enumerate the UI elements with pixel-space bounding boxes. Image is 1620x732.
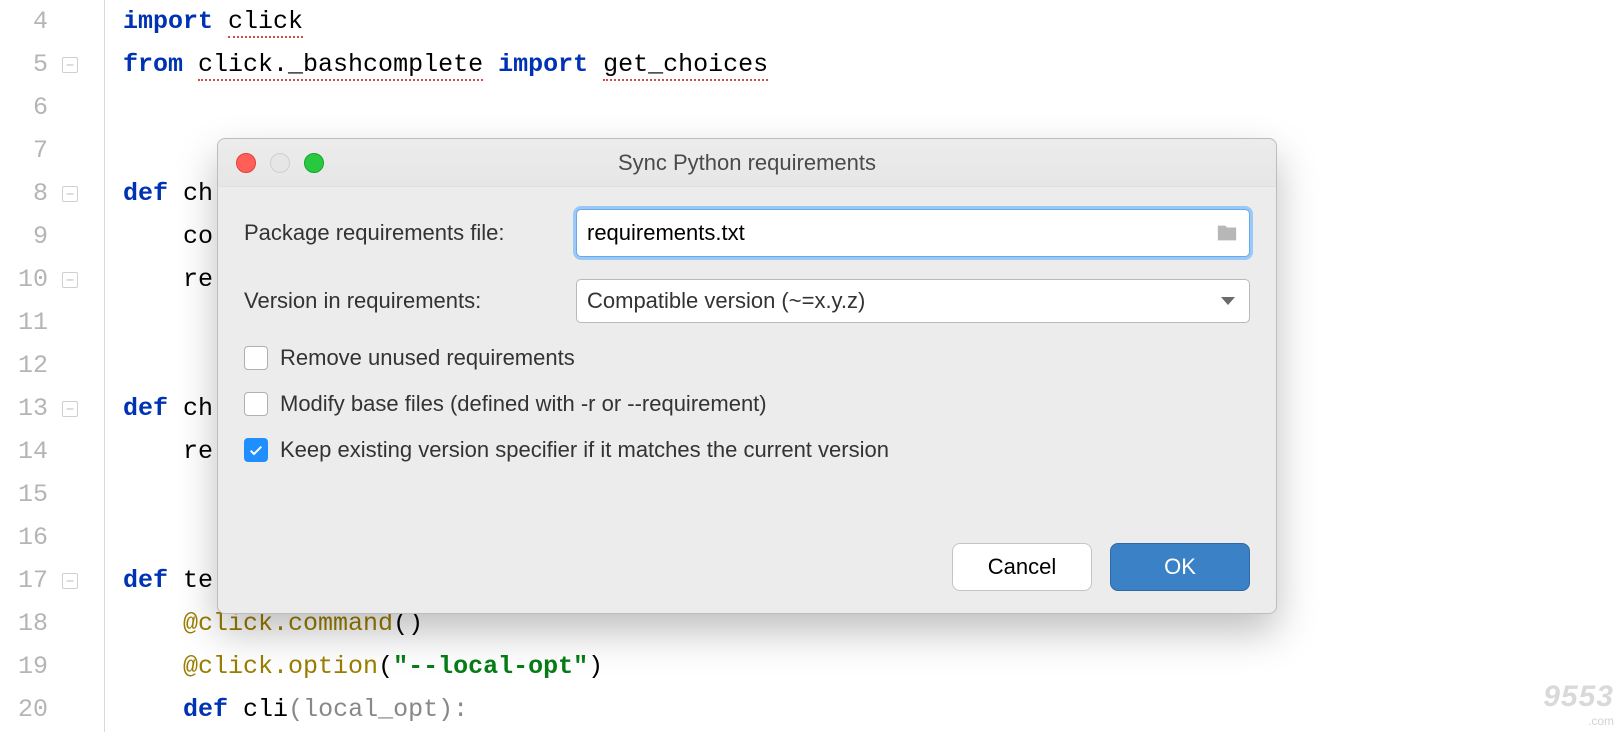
code-line: from click._bashcomplete import get_choi… — [123, 43, 768, 86]
watermark-main: 9553 — [1543, 680, 1614, 713]
package-file-label: Package requirements file: — [244, 220, 576, 246]
package-file-field — [576, 209, 1250, 257]
close-window-icon[interactable] — [236, 153, 256, 173]
line-number: 16 — [0, 516, 48, 559]
modify-base-label: Modify base files (defined with -r or --… — [280, 391, 767, 417]
fold-marker-icon[interactable]: – — [62, 401, 78, 417]
package-file-input[interactable] — [576, 209, 1250, 257]
line-number: 11 — [0, 301, 48, 344]
line-number: 14 — [0, 430, 48, 473]
remove-unused-checkbox[interactable] — [244, 346, 268, 370]
line-number: 15 — [0, 473, 48, 516]
line-number: 10 — [0, 258, 48, 301]
sync-requirements-dialog: Sync Python requirements Package require… — [217, 138, 1277, 614]
remove-unused-row[interactable]: Remove unused requirements — [244, 345, 1250, 371]
dialog-title: Sync Python requirements — [218, 150, 1276, 176]
fold-gutter: – – – – – — [60, 0, 105, 732]
fold-marker-icon[interactable]: – — [62, 272, 78, 288]
line-number: 4 — [0, 0, 48, 43]
keep-existing-checkbox[interactable] — [244, 438, 268, 462]
remove-unused-label: Remove unused requirements — [280, 345, 575, 371]
dialog-body: Package requirements file: Version in re… — [218, 187, 1276, 543]
line-number: 8 — [0, 172, 48, 215]
fold-marker-icon[interactable]: – — [62, 186, 78, 202]
watermark-sub: .com — [1543, 714, 1614, 728]
fold-marker-icon[interactable]: – — [62, 573, 78, 589]
minimize-window-icon — [270, 153, 290, 173]
keep-existing-row[interactable]: Keep existing version specifier if it ma… — [244, 437, 1250, 463]
dialog-footer: Cancel OK — [218, 543, 1276, 613]
fold-marker-icon[interactable]: – — [62, 57, 78, 73]
browse-folder-icon[interactable] — [1214, 222, 1240, 244]
zoom-window-icon[interactable] — [304, 153, 324, 173]
version-row: Version in requirements: Compatible vers… — [244, 279, 1250, 323]
modify-base-checkbox[interactable] — [244, 392, 268, 416]
line-number: 19 — [0, 645, 48, 688]
modify-base-row[interactable]: Modify base files (defined with -r or --… — [244, 391, 1250, 417]
cancel-button[interactable]: Cancel — [952, 543, 1092, 591]
version-select[interactable]: Compatible version (~=x.y.z) — [576, 279, 1250, 323]
package-file-row: Package requirements file: — [244, 209, 1250, 257]
code-line: import click — [123, 0, 768, 43]
watermark-logo: 9553.com — [1543, 680, 1614, 728]
version-label: Version in requirements: — [244, 288, 576, 314]
line-number: 18 — [0, 602, 48, 645]
line-number: 12 — [0, 344, 48, 387]
window-controls — [218, 153, 324, 173]
version-select-value: Compatible version (~=x.y.z) — [587, 288, 865, 314]
ok-button[interactable]: OK — [1110, 543, 1250, 591]
keep-existing-label: Keep existing version specifier if it ma… — [280, 437, 889, 463]
dialog-titlebar[interactable]: Sync Python requirements — [218, 139, 1276, 187]
line-number: 6 — [0, 86, 48, 129]
line-number: 9 — [0, 215, 48, 258]
line-number-gutter: 4 5 6 7 8 9 10 11 12 13 14 15 16 17 18 1… — [0, 0, 60, 732]
line-number: 20 — [0, 688, 48, 731]
code-line: def cli(local_opt): — [123, 688, 768, 731]
line-number: 5 — [0, 43, 48, 86]
code-line: @click.option("--local-opt") — [123, 645, 768, 688]
line-number: 7 — [0, 129, 48, 172]
line-number: 13 — [0, 387, 48, 430]
line-number: 17 — [0, 559, 48, 602]
